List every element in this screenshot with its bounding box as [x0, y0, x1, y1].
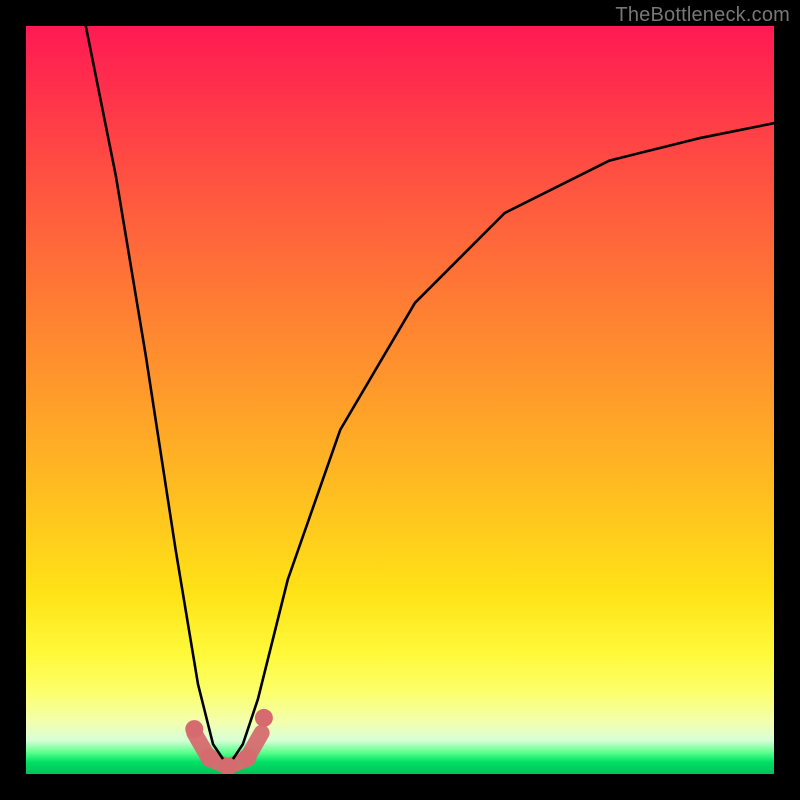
- highlight-dot: [200, 749, 218, 767]
- highlight-dot: [255, 709, 273, 727]
- bottleneck-curve: [86, 26, 774, 767]
- chart-plot-area: [26, 26, 774, 774]
- highlight-dot: [185, 720, 203, 738]
- watermark-text: TheBottleneck.com: [615, 4, 790, 27]
- highlight-dot: [238, 749, 256, 767]
- chart-svg: [26, 26, 774, 774]
